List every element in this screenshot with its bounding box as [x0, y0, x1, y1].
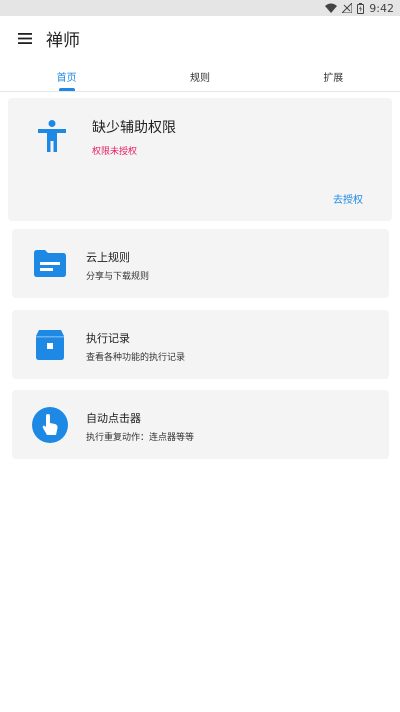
permission-status: 权限未授权	[92, 147, 138, 157]
feature-title: 执行记录	[86, 332, 130, 345]
tab-indicator	[58, 88, 75, 91]
folder-icon	[32, 246, 68, 282]
auto-clicker-card[interactable]: 自动点击器 执行重复动作：连点器等等	[12, 390, 389, 459]
app-bar: 禅师	[0, 16, 400, 60]
signal-icon	[342, 3, 353, 13]
feature-subtitle: 执行重复动作：连点器等等	[86, 433, 195, 443]
permission-title: 缺少辅助权限	[92, 120, 176, 136]
feature-subtitle: 查看各种功能的执行记录	[86, 353, 186, 363]
tab-extensions[interactable]: 扩展	[267, 60, 400, 91]
permission-card: 缺少辅助权限 权限未授权 去授权	[8, 98, 392, 221]
tab-bar: 首页 规则 扩展	[0, 60, 400, 92]
authorize-button[interactable]: 去授权	[333, 191, 363, 206]
accessibility-icon	[38, 120, 66, 152]
app-title: 禅师	[46, 30, 80, 51]
tab-home[interactable]: 首页	[0, 60, 133, 91]
cloud-rules-card[interactable]: 云上规则 分享与下载规则	[12, 229, 389, 298]
feature-subtitle: 分享与下载规则	[86, 272, 150, 282]
wifi-icon	[325, 3, 338, 13]
status-time: 9:42	[369, 1, 394, 15]
tab-rules[interactable]: 规则	[133, 60, 266, 91]
tab-label: 规则	[189, 73, 210, 84]
touch-icon	[32, 406, 68, 443]
tab-label: 首页	[56, 73, 77, 84]
tab-label: 扩展	[323, 73, 344, 84]
menu-button[interactable]	[0, 16, 48, 60]
status-bar: 9:42	[0, 0, 400, 16]
archive-icon	[32, 327, 68, 363]
battery-icon	[357, 2, 365, 14]
feature-title: 云上规则	[86, 251, 130, 264]
menu-icon	[18, 32, 32, 44]
feature-title: 自动点击器	[86, 412, 141, 425]
execution-log-card[interactable]: 执行记录 查看各种功能的执行记录	[12, 310, 389, 379]
